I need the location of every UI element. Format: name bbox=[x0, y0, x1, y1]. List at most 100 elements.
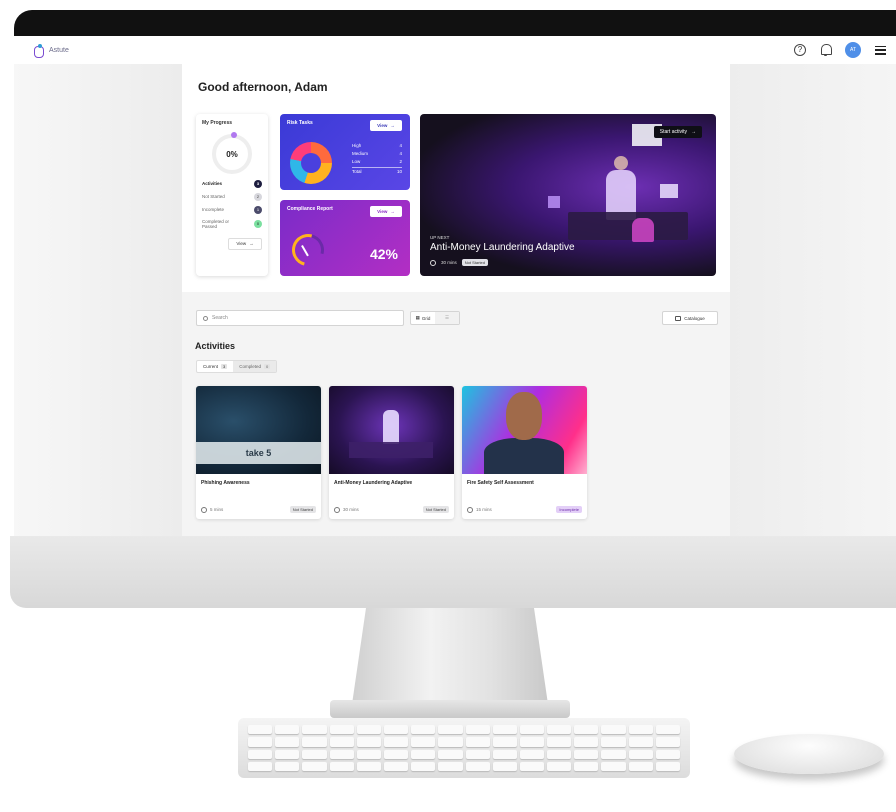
status-badge: Not Started bbox=[461, 259, 488, 266]
activity-thumbnail: take 5 bbox=[196, 386, 321, 474]
my-progress-card: My Progress 0% Activities 3 Not Started … bbox=[196, 114, 268, 276]
avatar[interactable]: AT bbox=[845, 42, 861, 58]
view-label: View bbox=[377, 209, 388, 214]
grid-view-button[interactable]: ▦ Grid bbox=[411, 312, 435, 324]
logo-icon bbox=[34, 44, 46, 58]
presenter-figure bbox=[383, 410, 399, 444]
page-title: Good afternoon, Adam bbox=[198, 80, 328, 94]
status-count-badge: 0 bbox=[254, 220, 262, 229]
compliance-view-button[interactable]: View → bbox=[370, 206, 402, 217]
start-activity-label: Start activity bbox=[659, 129, 687, 135]
view-toggle: ▦ Grid ☰ bbox=[410, 311, 460, 325]
monitor-stand-base bbox=[330, 700, 570, 718]
activities-tabs: Current 3 Completed 0 bbox=[196, 360, 278, 373]
speech-bubble bbox=[660, 184, 678, 198]
risk-tasks-view-button[interactable]: View → bbox=[370, 120, 402, 131]
arrow-right-icon: → bbox=[691, 129, 696, 135]
list-view-button[interactable]: ☰ bbox=[435, 312, 459, 324]
tab-completed[interactable]: Completed 0 bbox=[233, 361, 277, 372]
search-placeholder: Search bbox=[212, 315, 228, 321]
compliance-gauge bbox=[286, 228, 330, 272]
portrait-face bbox=[506, 392, 542, 440]
meeting-table bbox=[349, 442, 433, 458]
up-next-banner[interactable]: Start activity → UP NEXT Anti-Money Laun… bbox=[420, 114, 716, 276]
status-label: Not Started bbox=[202, 194, 225, 200]
activities-count-badge: 3 bbox=[254, 180, 262, 188]
progress-percent: 0% bbox=[226, 149, 238, 159]
status-row-not-started: Not Started 2 bbox=[202, 193, 262, 201]
app-logo[interactable]: Astute bbox=[34, 44, 69, 58]
status-badge: Incomplete bbox=[556, 506, 582, 513]
up-next-label: UP NEXT bbox=[430, 235, 450, 240]
search-input[interactable]: Search bbox=[196, 310, 404, 326]
compliance-percent: 42% bbox=[369, 246, 398, 262]
activities-summary-label: Activities bbox=[202, 181, 223, 187]
status-row-incomplete: Incomplete 1 bbox=[202, 206, 262, 214]
activity-card-aml[interactable]: Anti-Money Laundering Adaptive 30 mins N… bbox=[329, 386, 454, 519]
activities-summary-row: Activities 3 bbox=[202, 180, 262, 188]
risk-tasks-card: Risk Tasks View → High 4 Medium 4 Low 2 Tot… bbox=[280, 114, 410, 190]
tab-count: 0 bbox=[264, 364, 271, 369]
status-badge: Not Started bbox=[422, 506, 449, 513]
arrow-right-icon: → bbox=[249, 241, 254, 247]
up-next-meta: 30 mins Not Started bbox=[430, 259, 488, 266]
activity-card-phishing[interactable]: take 5 Phishing Awareness 5 mins Not Sta… bbox=[196, 386, 321, 519]
activity-duration: 15 mins bbox=[476, 507, 492, 512]
up-next-duration: 30 mins bbox=[441, 260, 457, 265]
risk-value: 2 bbox=[399, 159, 402, 164]
tab-current[interactable]: Current 3 bbox=[197, 361, 233, 372]
activity-duration: 30 mins bbox=[343, 507, 359, 512]
catalogue-label: Catalogue bbox=[684, 315, 705, 321]
activity-name: Phishing Awareness bbox=[201, 480, 250, 486]
book-icon bbox=[675, 315, 682, 321]
view-label: View bbox=[236, 241, 247, 247]
risk-label: High bbox=[352, 143, 362, 148]
arrow-right-icon: → bbox=[390, 123, 395, 128]
compliance-report-card: Compliance Report View → 42% bbox=[280, 200, 410, 276]
risk-value: 4 bbox=[399, 143, 402, 148]
status-row-completed: Completed or Passed 0 bbox=[202, 219, 262, 230]
monitor-bezel bbox=[14, 10, 896, 36]
activities-heading: Activities bbox=[195, 341, 236, 351]
risk-donut-chart bbox=[290, 142, 332, 184]
risk-label: Low bbox=[352, 159, 361, 164]
risk-label: Medium bbox=[352, 151, 369, 156]
progress-indicator bbox=[231, 132, 237, 138]
risk-breakdown: High 4 Medium 4 Low 2 Total 10 bbox=[352, 142, 402, 176]
keyboard bbox=[238, 718, 690, 778]
risk-row-high: High 4 bbox=[352, 142, 402, 150]
clock-icon bbox=[334, 506, 340, 513]
progress-title: My Progress bbox=[202, 120, 233, 126]
status-count-badge: 1 bbox=[254, 206, 262, 214]
screen: Astute ? AT Good afternoon, Adam My Prog… bbox=[14, 36, 896, 536]
bell-icon[interactable] bbox=[820, 44, 832, 56]
tab-count: 3 bbox=[221, 364, 228, 369]
tab-label: Current bbox=[203, 364, 219, 369]
portrait-body bbox=[484, 438, 564, 474]
start-activity-button[interactable]: Start activity → bbox=[653, 126, 702, 138]
mouse bbox=[734, 734, 884, 774]
progress-ring: 0% bbox=[212, 132, 252, 174]
status-badge: Not Started bbox=[289, 506, 316, 513]
progress-view-button[interactable]: View → bbox=[228, 237, 262, 250]
clock-icon bbox=[430, 259, 436, 266]
help-icon[interactable]: ? bbox=[794, 44, 806, 56]
brand-name: Astute bbox=[49, 46, 69, 54]
risk-value: 10 bbox=[396, 169, 402, 174]
view-label: View bbox=[377, 123, 388, 128]
risk-row-medium: Medium 4 bbox=[352, 150, 402, 158]
search-icon bbox=[203, 315, 208, 321]
monitor-chin bbox=[10, 536, 896, 608]
hamburger-menu-icon[interactable] bbox=[875, 45, 886, 55]
activity-card-fire-safety[interactable]: Fire Safety Self Assessment 15 mins Inco… bbox=[462, 386, 587, 519]
status-label: Incomplete bbox=[202, 207, 225, 213]
status-count-badge: 2 bbox=[254, 193, 262, 201]
catalogue-button[interactable]: Catalogue bbox=[662, 311, 718, 325]
grid-icon: ▦ bbox=[415, 315, 420, 320]
presenter-head bbox=[614, 156, 628, 170]
activity-thumbnail bbox=[329, 386, 454, 474]
right-gutter bbox=[730, 64, 896, 536]
risk-value: 4 bbox=[399, 151, 402, 156]
activity-thumbnail bbox=[462, 386, 587, 474]
attendee-figure bbox=[632, 218, 654, 242]
